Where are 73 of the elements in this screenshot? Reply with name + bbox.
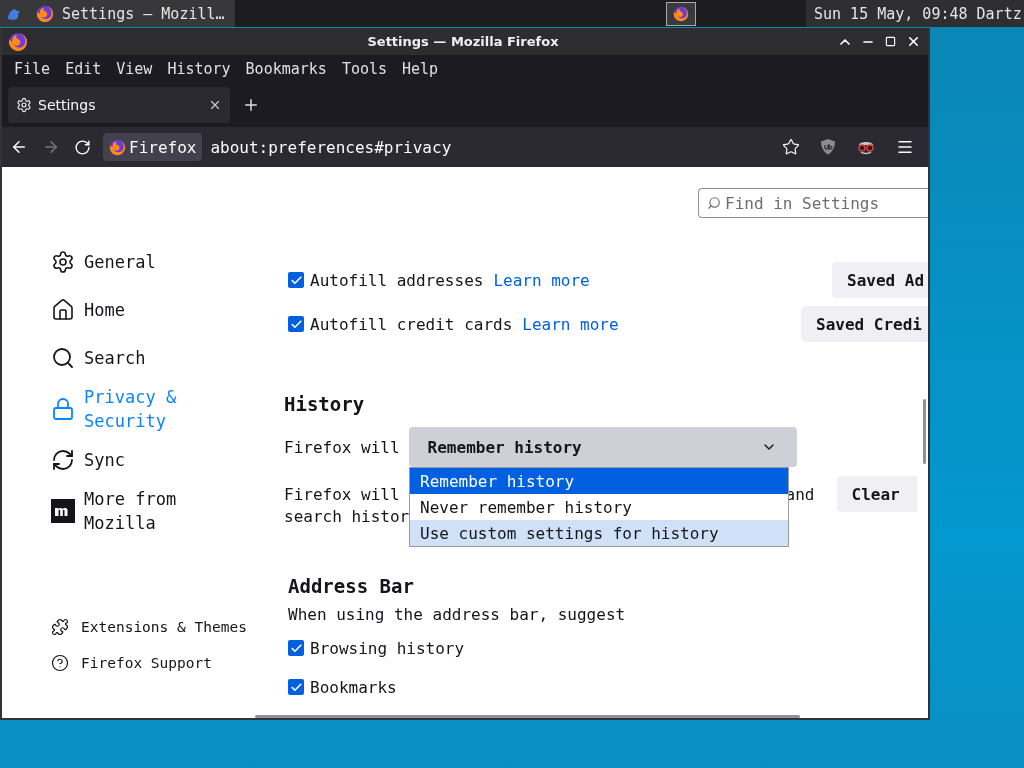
close-icon[interactable] <box>906 34 921 49</box>
browser-tab[interactable]: Settings <box>8 87 230 123</box>
checkbox-label: Autofill addresses <box>310 270 484 290</box>
firefox-logo-icon <box>673 5 689 22</box>
section-description: When using the address bar, suggest <box>288 605 627 624</box>
back-button[interactable] <box>10 138 28 156</box>
menu-item[interactable]: View <box>108 60 160 78</box>
sidebar-item[interactable]: Home <box>51 289 284 331</box>
firefox-logo-icon <box>109 138 126 156</box>
checkbox-label: Bookmarks <box>310 677 397 697</box>
dropdown-option[interactable]: Use custom settings for history <box>410 520 788 546</box>
settings-icon <box>16 97 32 113</box>
glasses-icon[interactable] <box>856 139 876 155</box>
scrollbar-thumb[interactable] <box>923 399 926 464</box>
sidebar-item[interactable]: Sync <box>51 439 284 481</box>
shield-icon[interactable] <box>820 138 836 156</box>
forward-button[interactable] <box>42 138 60 156</box>
mozilla-logo-icon <box>51 499 75 523</box>
menu-item[interactable]: File <box>6 60 58 78</box>
checkbox[interactable] <box>288 272 304 288</box>
taskbar-title: Settings — Mozill… <box>62 4 225 23</box>
reload-button[interactable] <box>74 138 91 156</box>
search-field[interactable]: Find in Settings <box>698 188 928 218</box>
firefox-logo-icon <box>8 31 28 52</box>
saved-data-button[interactable]: Saved Ad <box>832 262 928 298</box>
sidebar-item[interactable]: General <box>51 241 284 283</box>
checkbox-label: Autofill credit cards <box>310 314 513 334</box>
sync-icon <box>51 448 75 472</box>
clock: Sun 15 May, 09:48 Dartz <box>806 0 1024 27</box>
section-heading: History <box>284 393 366 415</box>
description-text: Firefox will <box>284 484 400 504</box>
taskbar-item[interactable] <box>666 1 696 26</box>
learn-more-link[interactable]: Learn more <box>493 270 590 290</box>
lock-icon <box>51 397 75 421</box>
sidebar-item[interactable]: More from Mozilla <box>51 487 284 535</box>
menu-item[interactable]: Edit <box>57 60 109 78</box>
menu-icon[interactable] <box>896 138 914 156</box>
close-tab-button[interactable] <box>208 98 222 112</box>
menu-item[interactable]: Tools <box>333 60 395 78</box>
search-icon <box>707 196 721 210</box>
taskbar-item[interactable]: Settings — Mozill… <box>0 0 235 27</box>
learn-more-link[interactable]: Learn more <box>522 314 619 334</box>
sidebar-link[interactable]: Extensions & Themes <box>51 618 284 636</box>
bookmark-star-button[interactable] <box>782 138 800 156</box>
window-title: Settings — Mozilla Firefox <box>366 34 560 49</box>
puzzle-icon <box>51 618 69 636</box>
url-field[interactable]: about:preferences#privacy <box>210 137 452 157</box>
firefox-logo-icon <box>36 4 54 23</box>
identity-button[interactable]: Firefox <box>103 133 203 161</box>
checkbox[interactable] <box>288 640 304 656</box>
home-icon <box>51 298 75 322</box>
menu-item[interactable]: History <box>159 60 238 78</box>
sidebar-link[interactable]: Firefox Support <box>51 654 284 672</box>
dropdown-option[interactable]: Remember history <box>410 468 788 494</box>
clear-history-button[interactable]: Clear <box>836 476 917 512</box>
checkbox-label: Browsing history <box>310 638 465 658</box>
history-dropdown[interactable]: Remember history <box>408 427 797 467</box>
settings-icon <box>51 250 75 274</box>
scrollbar-thumb[interactable] <box>255 715 800 718</box>
field-label: Firefox will <box>284 437 400 457</box>
section-heading: Address Bar <box>288 575 415 597</box>
saved-data-button[interactable]: Saved Credi <box>801 306 928 342</box>
description-text: search histor <box>284 506 410 526</box>
maximize-icon[interactable] <box>885 36 896 47</box>
sidebar-item[interactable]: Privacy & Security <box>51 385 284 433</box>
help-icon <box>51 654 69 672</box>
sidebar-item[interactable]: Search <box>51 337 284 379</box>
menu-item[interactable]: Help <box>394 60 446 78</box>
checkbox[interactable] <box>288 316 304 332</box>
menu-item[interactable]: Bookmarks <box>237 60 334 78</box>
new-tab-button[interactable] <box>242 96 260 114</box>
checkbox[interactable] <box>288 679 304 695</box>
search-icon <box>51 346 75 370</box>
